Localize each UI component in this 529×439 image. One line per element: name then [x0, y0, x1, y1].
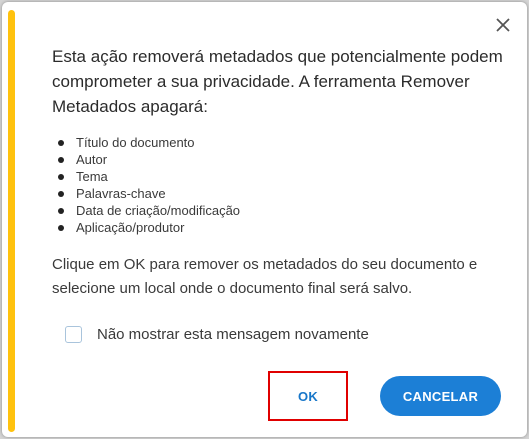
bullet-icon — [58, 225, 64, 231]
dont-show-again-label[interactable]: Não mostrar esta mensagem novamente — [97, 326, 369, 343]
instruction-text: Clique em OK para remover os metadados d… — [52, 256, 478, 297]
list-item-label: Aplicação/produtor — [76, 220, 185, 235]
close-icon — [496, 18, 510, 32]
list-item-label: Data de criação/modificação — [76, 203, 241, 218]
bullet-icon — [58, 208, 64, 214]
cancel-button[interactable]: CANCELAR — [380, 376, 501, 416]
accent-bar — [8, 10, 15, 432]
list-item-label: Tema — [76, 169, 108, 184]
list-item: Tema — [56, 168, 240, 185]
dont-show-again-checkbox[interactable] — [65, 326, 82, 343]
list-item-label: Título do documento — [76, 135, 195, 150]
close-button[interactable] — [493, 15, 513, 35]
intro-text: Esta ação removerá metadados que potenci… — [52, 47, 503, 116]
ok-button[interactable]: OK — [268, 371, 348, 421]
list-item: Autor — [56, 151, 240, 168]
remove-metadata-dialog: Esta ação removerá metadados que potenci… — [2, 2, 527, 437]
metadata-list: Título do documento Autor Tema Palavras-… — [56, 134, 240, 236]
bullet-icon — [58, 174, 64, 180]
bullet-icon — [58, 157, 64, 163]
bullet-icon — [58, 191, 64, 197]
list-item: Título do documento — [56, 134, 240, 151]
list-item-label: Palavras-chave — [76, 186, 166, 201]
list-item: Palavras-chave — [56, 185, 240, 202]
bullet-icon — [58, 140, 64, 146]
list-item: Aplicação/produtor — [56, 219, 240, 236]
list-item: Data de criação/modificação — [56, 202, 240, 219]
list-item-label: Autor — [76, 152, 108, 167]
dont-show-again-row[interactable]: Não mostrar esta mensagem novamente — [65, 326, 369, 343]
